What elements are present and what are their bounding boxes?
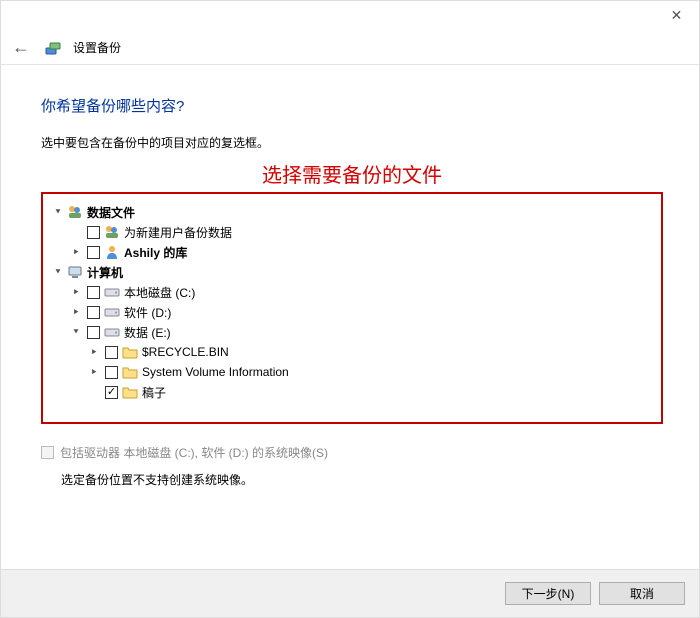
computer-icon [67,264,83,280]
tree-node-drive-e[interactable]: 数据 (E:) [49,322,655,342]
folder-icon [122,344,138,360]
note-text: 选定备份位置不支持创建系统映像。 [61,471,663,488]
checkbox[interactable] [87,226,100,239]
tree-node-drive-c[interactable]: 本地磁盘 (C:) [49,282,655,302]
cancel-button[interactable]: 取消 [599,582,685,605]
folder-icon [122,384,138,400]
tree-label: 计算机 [87,264,123,281]
tree-label: 数据 (E:) [124,324,171,341]
checkbox[interactable] [87,286,100,299]
users-icon [104,224,120,240]
backup-icon [45,40,61,56]
expand-icon[interactable] [69,247,83,258]
tree-node-computer[interactable]: 计算机 [49,262,655,282]
next-button[interactable]: 下一步(N) [505,582,591,605]
back-button[interactable]: ← [9,37,33,58]
checkbox[interactable] [105,366,118,379]
tree-label: Ashily 的库 [124,244,187,261]
footer: 下一步(N) 取消 [1,569,699,617]
tree-node-data-files[interactable]: 数据文件 [49,202,655,222]
annotation-label: 选择需要备份的文件 [41,159,663,188]
drive-icon [104,324,120,340]
checkbox[interactable] [87,246,100,259]
expand-icon[interactable] [69,287,83,298]
tree-node-ashily[interactable]: Ashily 的库 [49,242,655,262]
close-icon: ✕ [671,7,683,24]
tree-label: 为新建用户备份数据 [124,224,232,241]
backup-tree: 数据文件 为新建用户备份数据 Ashily 的库 计算机 [41,192,663,424]
tree-node-new-user[interactable]: 为新建用户备份数据 [49,222,655,242]
expand-icon[interactable] [51,267,65,278]
drive-icon [104,284,120,300]
tree-label: 本地磁盘 (C:) [124,284,195,301]
tree-label: 稿子 [142,384,166,401]
heading-question: 你希望备份哪些内容? [41,95,663,116]
include-image-label: 包括驱动器 本地磁盘 (C:), 软件 (D:) 的系统映像(S) [60,444,328,461]
include-image-checkbox [41,446,54,459]
tree-label: 软件 (D:) [124,304,171,321]
tree-label: $RECYCLE.BIN [142,345,229,359]
tree-node-drive-d[interactable]: 软件 (D:) [49,302,655,322]
header: ← 设置备份 [1,31,699,65]
page-title: 设置备份 [73,39,121,56]
drive-icon [104,304,120,320]
folder-icon [122,364,138,380]
instruction-text: 选中要包含在备份中的项目对应的复选框。 [41,134,663,151]
users-icon [67,204,83,220]
expand-icon[interactable] [87,347,101,358]
expand-icon[interactable] [51,207,65,218]
expand-icon[interactable] [69,307,83,318]
expand-icon[interactable] [87,367,101,378]
tree-node-svi[interactable]: System Volume Information [49,362,655,382]
checkbox[interactable] [105,346,118,359]
tree-label: 数据文件 [87,204,135,221]
tree-label: System Volume Information [142,365,289,379]
tree-node-recycle[interactable]: $RECYCLE.BIN [49,342,655,362]
checkbox[interactable] [87,306,100,319]
user-icon [104,244,120,260]
checkbox[interactable] [87,326,100,339]
checkbox[interactable] [105,386,118,399]
tree-node-gaozi[interactable]: 稿子 [49,382,655,402]
close-button[interactable]: ✕ [654,1,699,29]
expand-icon[interactable] [69,327,83,338]
